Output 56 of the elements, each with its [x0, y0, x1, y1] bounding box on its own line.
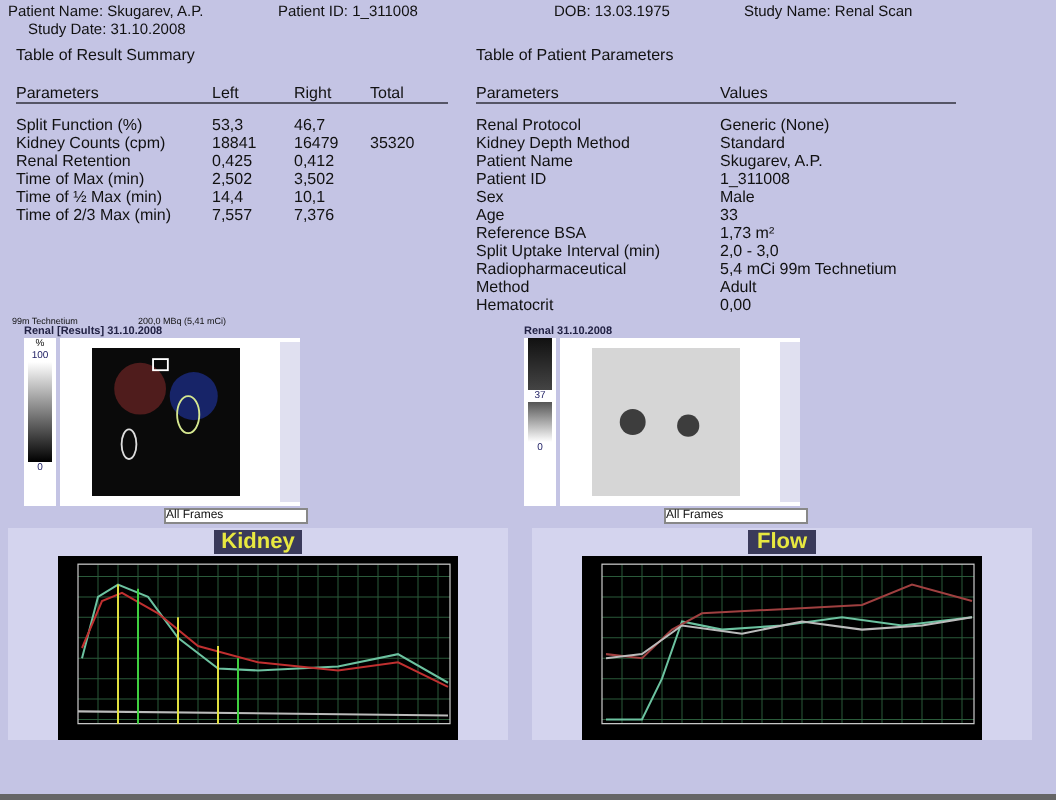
table-cell-text: 7,376 — [294, 206, 337, 224]
table-cell-text: 1,73 m² — [720, 224, 777, 242]
table-cell-text: Patient Name — [476, 152, 575, 170]
column-header: Values — [720, 84, 770, 102]
table-cell-text: 2,0 - 3,0 — [720, 242, 781, 260]
table-title: Table of Patient Parameters — [476, 46, 676, 64]
column-header: Total — [370, 84, 406, 102]
color-scale-bar — [528, 338, 552, 390]
table-cell-text: Kidney Depth Method — [476, 134, 632, 152]
table-cell-text: Hematocrit — [476, 296, 556, 314]
table-cell-text: Skugarev, A.P. — [720, 152, 825, 170]
table-cell-text: 0,412 — [294, 152, 337, 170]
color-scale-bar — [28, 362, 52, 462]
table-cell-text: 46,7 — [294, 116, 328, 134]
table-cell-text: 18841 — [212, 134, 259, 152]
table-cell-text: Generic (None) — [720, 116, 832, 134]
column-header: Left — [212, 84, 241, 102]
table-cell-text: 14,4 — [212, 188, 246, 206]
table-cell-text: 0,425 — [212, 152, 255, 170]
column-header: Right — [294, 84, 334, 102]
color-scale-bar — [528, 402, 552, 442]
table-cell-text: Time of ½ Max (min) — [16, 188, 165, 206]
column-header: Parameters — [16, 84, 101, 102]
marker-lines — [117, 583, 219, 725]
table-cell-text: Split Uptake Interval (min) — [476, 242, 663, 260]
table-cell-text: 10,1 — [294, 188, 328, 206]
chart-title: Flow — [748, 530, 816, 554]
table-cell-text: Reference BSA — [476, 224, 589, 242]
table-cell-text: 53,3 — [212, 116, 246, 134]
table-cell-text: Male — [720, 188, 757, 206]
table-cell-text: Radiopharmaceutical — [476, 260, 629, 278]
table-cell-text: 35320 — [370, 134, 417, 152]
table-cell-text: Method — [476, 278, 532, 296]
table-cell-text: Age — [476, 206, 507, 224]
table-cell-text: 2,502 — [212, 170, 255, 188]
table-cell-text: Adult — [720, 278, 759, 296]
table-cell-text: Renal Protocol — [476, 116, 583, 134]
table-cell-text: Time of Max (min) — [16, 170, 147, 188]
table-cell-text: Sex — [476, 188, 506, 206]
table-cell-text: 33 — [720, 206, 740, 224]
table-cell-text: Kidney Counts (cpm) — [16, 134, 168, 152]
table-cell-text: Time of 2/3 Max (min) — [16, 206, 173, 224]
table-cell-text: 16479 — [294, 134, 341, 152]
column-header: Parameters — [476, 84, 561, 102]
table-cell-text: Standard — [720, 134, 787, 152]
table-cell-text: Patient ID — [476, 170, 549, 188]
marker-lines — [137, 587, 239, 725]
table-cell-text: 1_311008 — [720, 170, 792, 188]
table-cell-text: 5,4 mCi 99m Technetium — [720, 260, 899, 278]
table-cell-text: 0,00 — [720, 296, 754, 314]
table-cell-text: 3,502 — [294, 170, 337, 188]
table-cell-text: 7,557 — [212, 206, 255, 224]
table-cell-text: Renal Retention — [16, 152, 133, 170]
table-cell-text: Split Function (%) — [16, 116, 145, 134]
chart-title: Kidney — [213, 530, 303, 554]
table-title: Table of Result Summary — [16, 46, 197, 64]
